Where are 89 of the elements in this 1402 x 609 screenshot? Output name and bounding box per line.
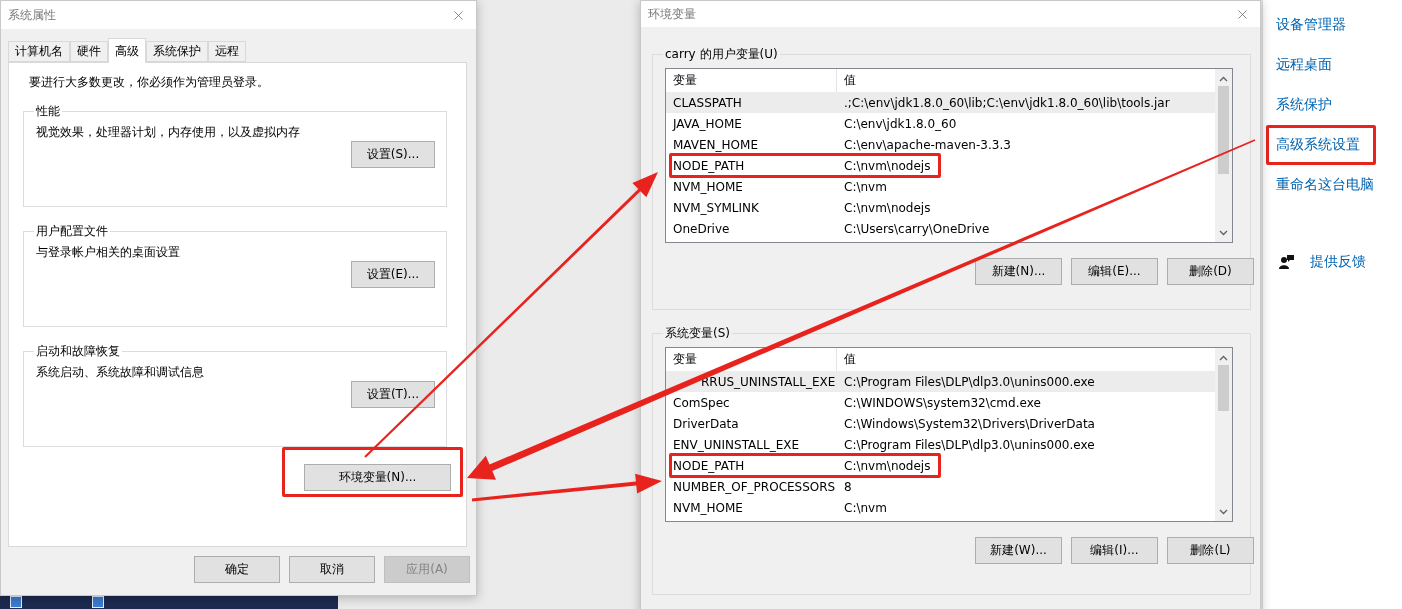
variable-value: C:\nvm\nodejs <box>843 458 932 473</box>
tab[interactable]: 高级 <box>108 38 146 63</box>
scroll-thumb[interactable] <box>1218 86 1229 174</box>
group-title: 性能 <box>35 103 61 120</box>
variable-name: RRUS_UNINSTALL_EXE <box>700 374 837 389</box>
variable-value: C:\nvm\nodejs <box>843 158 932 173</box>
variable-name: NODE_PATH <box>672 158 746 173</box>
shortcut-icon[interactable] <box>10 596 22 608</box>
scroll-down-icon[interactable] <box>1219 509 1228 515</box>
variable-value: C:\WINDOWS\system32\cmd.exe <box>843 395 1042 410</box>
group-title: 启动和故障恢复 <box>35 343 121 360</box>
variable-row[interactable]: NVM_SYMLINK C:\nvm\nodejs <box>666 197 1215 218</box>
sidebar-link[interactable]: 远程桌面 <box>1266 45 1348 85</box>
scroll-up-icon[interactable] <box>1219 355 1228 361</box>
group-title: 系统变量(S) <box>664 325 731 342</box>
scroll-down-icon[interactable] <box>1219 230 1228 236</box>
variable-button[interactable]: 新建(N)... <box>975 258 1062 285</box>
variable-value: C:\nvm <box>843 179 888 194</box>
variable-button[interactable]: 删除(L) <box>1167 537 1254 564</box>
variable-row[interactable]: JAVA_HOME C:\env\jdk1.8.0_60 <box>666 113 1215 134</box>
variable-row[interactable]: OneDrive C:\Users\carry\OneDrive <box>666 218 1215 239</box>
tab[interactable]: 远程 <box>208 41 246 62</box>
tab[interactable]: 硬件 <box>70 41 108 62</box>
sidebar-link[interactable]: 设备管理器 <box>1266 5 1362 45</box>
scrollbar[interactable] <box>1215 69 1232 242</box>
variable-name: DriverData <box>672 416 740 431</box>
variable-button[interactable]: 删除(D) <box>1167 258 1254 285</box>
column-header[interactable]: 值 <box>837 69 1215 92</box>
variable-value: .;C:\env\jdk1.8.0_60\lib;C:\env\jdk1.8.0_60\lib\tools.jar <box>843 95 1171 110</box>
sidebar-link[interactable]: 高级系统设置 <box>1266 125 1376 165</box>
highlighted-variable-row[interactable]: NODE_PATH C:\nvm\nodejs <box>669 153 941 178</box>
group-description: 视觉效果，处理器计划，内存使用，以及虚拟内存 <box>36 124 301 141</box>
tab[interactable]: 系统保护 <box>146 41 208 62</box>
variable-row[interactable]: NVM_HOME C:\nvm <box>666 497 1215 518</box>
variable-value: C:\nvm\nodejs <box>843 200 932 215</box>
variable-name: CLASSPATH <box>672 95 743 110</box>
feedback-link[interactable]: 提供反馈 <box>1310 253 1366 271</box>
variable-value: C:\Users\carry\OneDrive <box>843 221 991 236</box>
window-title: 环境变量 <box>648 5 696 23</box>
variable-name: MAVEN_HOME <box>672 137 759 152</box>
variable-name: OneDrive <box>672 221 731 236</box>
column-header[interactable]: 值 <box>837 348 1215 371</box>
variable-button[interactable]: 新建(W)... <box>975 537 1062 564</box>
feedback-icon[interactable] <box>1279 255 1294 269</box>
sidebar-link[interactable]: 系统保护 <box>1266 85 1348 125</box>
variable-row[interactable]: MAVEN_HOME C:\env\apache-maven-3.3.3 <box>666 134 1215 155</box>
group-description: 系统启动、系统故障和调试信息 <box>36 364 205 381</box>
variable-name: ComSpec <box>672 395 731 410</box>
variable-row[interactable]: ENV_UNINSTALL_EXE C:\Program Files\DLP\dlp3.0\unins000.exe <box>666 434 1215 455</box>
variable-value: C:\nvm <box>843 500 888 515</box>
variable-row[interactable]: CLASSPATH .;C:\env\jdk1.8.0_60\lib;C:\env\jdk1.8.0_60\lib\tools.jar <box>666 92 1215 113</box>
variable-value: C:\Program Files\DLP\dlp3.0\unins000.exe <box>843 437 1096 452</box>
scroll-up-icon[interactable] <box>1219 76 1228 82</box>
variable-name: NVM_HOME <box>672 500 744 515</box>
group-title: 用户配置文件 <box>35 223 109 240</box>
settings-button[interactable]: 设置(S)... <box>351 141 435 168</box>
variable-button[interactable]: 编辑(I)... <box>1071 537 1158 564</box>
variable-name: NVM_HOME <box>672 179 744 194</box>
environment-variables-button[interactable]: 环境变量(N)... <box>304 464 451 491</box>
settings-button[interactable]: 设置(T)... <box>351 381 435 408</box>
variable-name: NODE_PATH <box>672 458 746 473</box>
scrollbar[interactable] <box>1215 348 1232 521</box>
group-title: carry 的用户变量(U) <box>664 46 779 63</box>
admin-notice: 要进行大多数更改，你必须作为管理员登录。 <box>28 74 270 91</box>
variable-value: C:\Windows\System32\Drivers\DriverData <box>843 416 1096 431</box>
dialog-button[interactable]: 取消 <box>289 556 375 583</box>
variable-row[interactable]: NVM_HOME C:\nvm <box>666 176 1215 197</box>
variable-row[interactable]: ComSpec C:\WINDOWS\system32\cmd.exe <box>666 392 1215 413</box>
scroll-thumb[interactable] <box>1218 365 1229 411</box>
variable-row[interactable]: DriverData C:\Windows\System32\Drivers\DriverData <box>666 413 1215 434</box>
window-title: 系统属性 <box>8 6 56 24</box>
settings-button[interactable]: 设置(E)... <box>351 261 435 288</box>
variable-row[interactable]: RRUS_UNINSTALL_EXE C:\Program Files\DLP\dlp3.0\unins000.exe <box>666 371 1215 392</box>
variable-value: C:\env\jdk1.8.0_60 <box>843 116 958 131</box>
variable-value: 8 <box>843 479 853 494</box>
variable-row[interactable]: NUMBER_OF_PROCESSORS 8 <box>666 476 1215 497</box>
sidebar-link[interactable]: 重命名这台电脑 <box>1266 165 1390 205</box>
variable-name: ENV_UNINSTALL_EXE <box>672 437 801 452</box>
shortcut-icon[interactable] <box>92 596 104 608</box>
highlighted-variable-row[interactable]: NODE_PATH C:\nvm\nodejs <box>669 453 941 478</box>
variable-name: JAVA_HOME <box>671 116 743 131</box>
variable-value: C:\Program Files\DLP\dlp3.0\unins000.exe <box>843 374 1096 389</box>
variable-value: C:\env\apache-maven-3.3.3 <box>843 137 1012 152</box>
variable-button[interactable]: 编辑(E)... <box>1071 258 1158 285</box>
dialog-button[interactable]: 确定 <box>194 556 280 583</box>
group-description: 与登录帐户相关的桌面设置 <box>36 244 181 261</box>
variable-name: NVM_SYMLINK <box>672 200 760 215</box>
tab[interactable]: 计算机名 <box>8 41 70 62</box>
variable-name: NUMBER_OF_PROCESSORS <box>672 479 837 494</box>
